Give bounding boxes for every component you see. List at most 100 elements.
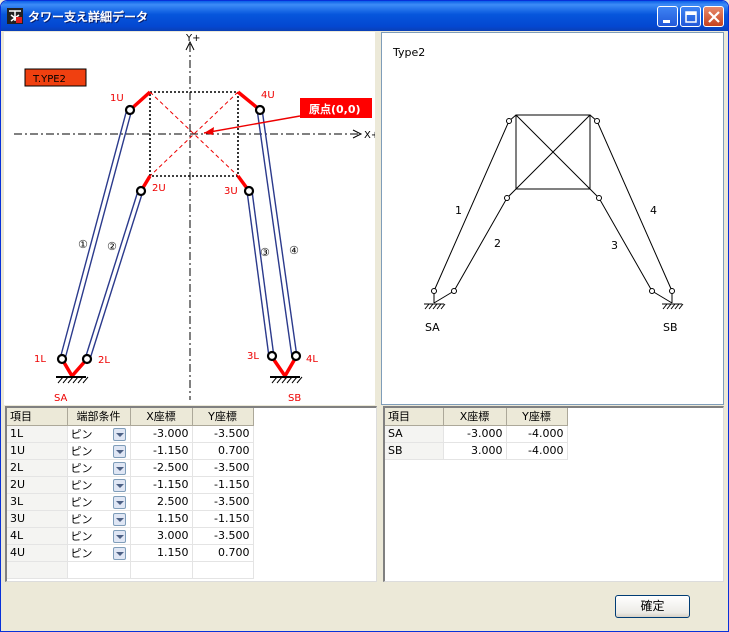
type-title: Type2: [392, 46, 425, 59]
confirm-button[interactable]: 確定: [615, 595, 690, 618]
main-window: タワー支え詳細データ Y+ X+: [0, 0, 729, 632]
cell-empty[interactable]: [7, 561, 68, 579]
origin-arrow-icon: [204, 127, 214, 135]
cell-x[interactable]: 1.150: [130, 510, 193, 528]
cond-value: ピン: [70, 495, 93, 509]
cell-item[interactable]: 4U: [7, 544, 68, 562]
cell-y[interactable]: -4.000: [506, 442, 568, 460]
node-1u: [124, 104, 136, 116]
cell-empty[interactable]: [67, 561, 131, 579]
type-diagram-panel: Type2 1 2 3 4 SA SB: [381, 32, 724, 405]
col-support-y[interactable]: Y座標: [506, 408, 568, 426]
cell-y[interactable]: 0.700: [192, 442, 254, 460]
maximize-button[interactable]: [680, 6, 701, 27]
cell-item[interactable]: 2U: [7, 476, 68, 494]
type-label-2: 2: [494, 237, 501, 250]
dropdown-arrow-icon[interactable]: [112, 546, 126, 560]
cell-cond-dropdown[interactable]: ピン: [67, 442, 131, 460]
member-1: [59, 108, 133, 360]
support-grid[interactable]: 項目 X座標 Y座標 SA -3.000 -4.000 SB 3.000 -4.000: [383, 406, 724, 582]
cell-item[interactable]: 2L: [7, 459, 68, 477]
maximize-icon: [685, 11, 697, 23]
point-grid[interactable]: 項目 端部条件 X座標 Y座標 1L ピン -3.000 -3.500 1U ピン -1.1…: [5, 406, 377, 582]
type-diagram: Type2 1 2 3 4 SA SB: [392, 46, 684, 334]
tower-diagram: Y+ X+: [14, 33, 379, 404]
cell-x[interactable]: 1.150: [130, 544, 193, 562]
cell-x[interactable]: -3.000: [443, 425, 507, 443]
dropdown-arrow-icon[interactable]: [112, 444, 126, 458]
cell-y[interactable]: -1.150: [192, 476, 254, 494]
dropdown-arrow-icon[interactable]: [112, 495, 126, 509]
cell-x[interactable]: -2.500: [130, 459, 193, 477]
col-y[interactable]: Y座標: [192, 408, 254, 426]
cell-item[interactable]: SB: [385, 442, 444, 460]
label-3l: 3L: [247, 351, 259, 362]
cell-y[interactable]: 0.700: [192, 544, 254, 562]
cell-y[interactable]: -3.500: [192, 527, 254, 545]
cond-value: ピン: [70, 546, 93, 560]
cell-cond-dropdown[interactable]: ピン: [67, 425, 131, 443]
cond-value: ピン: [70, 444, 93, 458]
cell-cond-dropdown[interactable]: ピン: [67, 476, 131, 494]
table-row[interactable]: 1L ピン -3.000 -3.500: [7, 425, 254, 443]
table-row[interactable]: 4L ピン 3.000 -3.500: [7, 527, 254, 545]
table-row[interactable]: 3U ピン 1.150 -1.150: [7, 510, 254, 528]
member-3: [246, 190, 275, 358]
cell-empty[interactable]: [192, 561, 254, 579]
table-row[interactable]: 1U ピン -1.150 0.700: [7, 442, 254, 460]
table-row[interactable]: 4U ピン 1.150 0.700: [7, 544, 254, 562]
table-row[interactable]: SB 3.000 -4.000: [385, 442, 568, 460]
table-row[interactable]: SA -3.000 -4.000: [385, 425, 568, 443]
table-row[interactable]: 3L ピン 2.500 -3.500: [7, 493, 254, 511]
dropdown-arrow-icon[interactable]: [112, 478, 126, 492]
cell-y[interactable]: -3.500: [192, 459, 254, 477]
table-row-empty[interactable]: [7, 561, 254, 579]
cell-cond-dropdown[interactable]: ピン: [67, 527, 131, 545]
cell-x[interactable]: -1.150: [130, 442, 193, 460]
cell-item[interactable]: 4L: [7, 527, 68, 545]
cell-x[interactable]: 3.000: [130, 527, 193, 545]
col-x[interactable]: X座標: [130, 408, 193, 426]
cell-cond-dropdown[interactable]: ピン: [67, 493, 131, 511]
label-2u: 2U: [152, 183, 166, 194]
cell-x[interactable]: 2.500: [130, 493, 193, 511]
cell-item[interactable]: 3U: [7, 510, 68, 528]
minimize-button[interactable]: [657, 6, 678, 27]
dropdown-arrow-icon[interactable]: [112, 529, 126, 543]
close-button[interactable]: [703, 6, 724, 27]
table-row[interactable]: 2U ピン -1.150 -1.150: [7, 476, 254, 494]
cell-item[interactable]: 3L: [7, 493, 68, 511]
cell-x[interactable]: -1.150: [130, 476, 193, 494]
node-4l: [290, 350, 302, 362]
col-item[interactable]: 項目: [7, 408, 68, 426]
cell-x[interactable]: -3.000: [130, 425, 193, 443]
dropdown-arrow-icon[interactable]: [112, 461, 126, 475]
cell-cond-dropdown[interactable]: ピン: [67, 459, 131, 477]
cell-cond-dropdown[interactable]: ピン: [67, 510, 131, 528]
type-member-2: [453, 188, 517, 292]
type-support-sa-icon: [424, 303, 446, 310]
dropdown-arrow-icon[interactable]: [112, 512, 126, 526]
col-support-item[interactable]: 項目: [385, 408, 444, 426]
type-members: [433, 114, 673, 304]
table-row[interactable]: 2L ピン -2.500 -3.500: [7, 459, 254, 477]
cell-item[interactable]: 1L: [7, 425, 68, 443]
x-axis-label: X+: [364, 130, 375, 141]
cell-x[interactable]: 3.000: [443, 442, 507, 460]
cell-y[interactable]: -3.500: [192, 493, 254, 511]
cell-item[interactable]: SA: [385, 425, 444, 443]
y-axis-label: Y+: [185, 33, 201, 44]
cell-empty[interactable]: [130, 561, 193, 579]
dropdown-arrow-icon[interactable]: [112, 427, 126, 441]
col-support-x[interactable]: X座標: [443, 408, 507, 426]
cell-cond-dropdown[interactable]: ピン: [67, 544, 131, 562]
title-bar[interactable]: タワー支え詳細データ: [1, 1, 728, 31]
label-sa: SA: [54, 393, 68, 404]
cell-y[interactable]: -1.150: [192, 510, 254, 528]
cond-value: ピン: [70, 529, 93, 543]
col-cond[interactable]: 端部条件: [67, 408, 131, 426]
member-4: [256, 108, 298, 358]
cell-y[interactable]: -3.500: [192, 425, 254, 443]
cell-item[interactable]: 1U: [7, 442, 68, 460]
cell-y[interactable]: -4.000: [506, 425, 568, 443]
